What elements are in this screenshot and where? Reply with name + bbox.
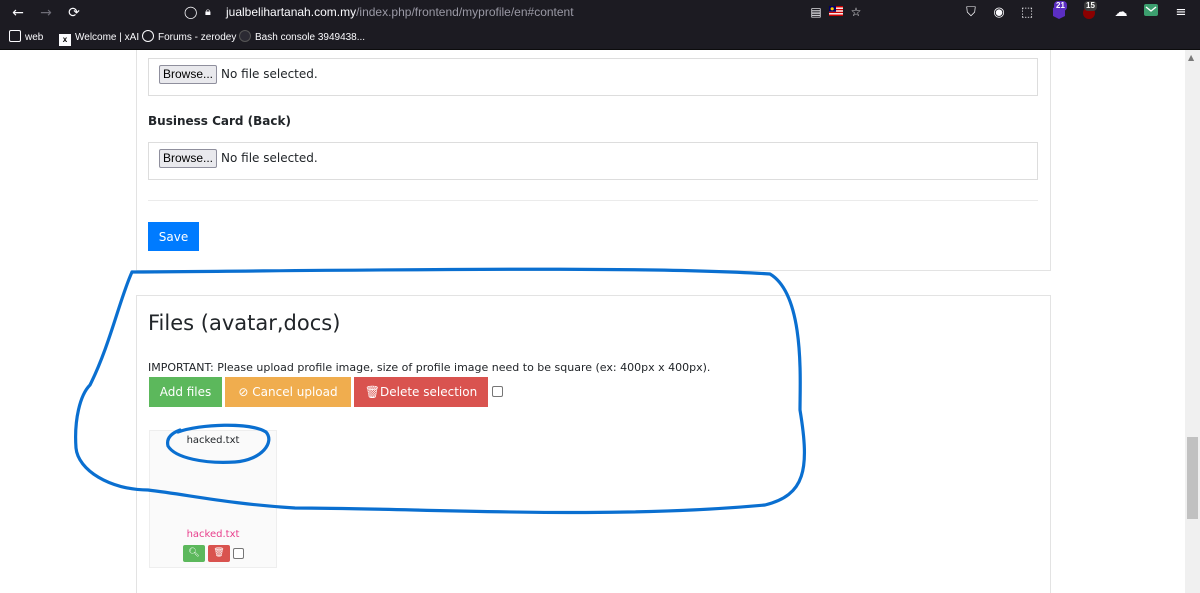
browse-button[interactable]: Browse... (159, 149, 218, 168)
bookmark-bash[interactable]: Bash console 3949438... (239, 30, 365, 46)
add-files-label: Add files (159, 385, 212, 399)
scroll-thumb[interactable] (1187, 437, 1198, 519)
bookmark-star-icon[interactable]: ☆ (848, 4, 864, 20)
file-link[interactable]: hacked.txt (150, 529, 276, 540)
business-card-back-label: Business Card (Back) (148, 114, 291, 128)
url-domain: jualbelihartanah.com.my (226, 5, 357, 19)
url-text[interactable]: jualbelihartanah.com.my/index.php/fronte… (226, 5, 574, 19)
extension-badge-count: 21 (1054, 1, 1067, 11)
business-card-front-file-field: Browse... No file selected. (148, 58, 1038, 96)
search-icon: 🔍︎ (188, 548, 200, 558)
url-bar[interactable]: ◯ 🔒︎ jualbelihartanah.com.my/index.php/f… (172, 0, 872, 25)
delete-selection-label: Delete selection (380, 385, 478, 399)
tracking-shield-icon[interactable]: ◯ (184, 5, 198, 19)
save-button[interactable]: Save (148, 222, 199, 251)
forward-arrow-icon[interactable]: → (36, 3, 56, 23)
browser-toolbar: ← → ⟳ ◯ 🔒︎ jualbelihartanah.com.my/index… (0, 0, 1200, 26)
back-arrow-icon[interactable]: ← (8, 3, 28, 23)
bookmark-xai[interactable]: x Welcome | xAI (59, 30, 139, 46)
file-status: No file selected. (221, 67, 318, 81)
file-name: hacked.txt (186, 435, 240, 446)
upload-instructions: IMPORTANT: Please upload profile image, … (148, 361, 711, 374)
file-status: No file selected. (221, 151, 318, 165)
bookmark-forums[interactable]: Forums - zerodey (142, 30, 236, 46)
bookmark-label: Forums - zerodey (158, 32, 237, 43)
extension-badge-icon[interactable]: 21 (1050, 1, 1068, 22)
extension-badge-count-2: 15 (1084, 1, 1097, 11)
cancel-icon: ⊘ (238, 385, 253, 399)
bookmark-label: Bash console 3949438... (255, 32, 366, 43)
globe-icon (142, 30, 154, 42)
url-path: /index.php/frontend/myprofile/en#content (356, 5, 574, 19)
cancel-upload-button[interactable]: ⊘ Cancel upload (225, 377, 351, 407)
lock-icon[interactable]: 🔒︎ (205, 5, 217, 19)
xai-icon: x (59, 34, 71, 46)
view-file-button[interactable]: 🔍︎ (183, 545, 205, 562)
reader-view-icon[interactable]: ▤ (808, 4, 824, 20)
pocket-icon[interactable]: ⛉ (962, 4, 980, 22)
menu-hamburger-icon[interactable]: ≡ (1172, 4, 1190, 22)
browse-button[interactable]: Browse... (159, 65, 218, 84)
divider (148, 200, 1038, 201)
file-select-checkbox[interactable] (233, 548, 244, 559)
vertical-scrollbar[interactable]: ▲ (1185, 50, 1200, 593)
file-thumbnail: hacked.txt hacked.txt 🔍︎ 🗑︎ (149, 430, 277, 568)
extension-cloud-icon[interactable]: ☁ (1112, 4, 1130, 22)
files-section-title: Files (avatar,docs) (148, 311, 341, 335)
page-viewport: Browse... No file selected. Business Car… (0, 50, 1200, 593)
bookmarks-bar: web x Welcome | xAI Forums - zerodey Bash… (0, 26, 1200, 50)
scroll-up-icon[interactable]: ▲ (1188, 53, 1194, 62)
extension-ublock-icon[interactable]: 15 (1080, 1, 1098, 22)
reload-icon[interactable]: ⟳ (64, 3, 84, 23)
select-all-checkbox[interactable] (492, 386, 503, 397)
account-icon[interactable]: ◉ (990, 4, 1008, 22)
extension-mail-icon[interactable] (1142, 4, 1160, 22)
folder-icon (9, 30, 21, 42)
extensions-puzzle-icon[interactable]: ⬚ (1018, 4, 1036, 22)
flag-icon[interactable] (828, 4, 844, 20)
add-files-button[interactable]: Add files (149, 377, 222, 407)
bookmark-label: web (25, 32, 44, 43)
bash-icon (239, 30, 251, 42)
trash-icon: 🗑︎ (213, 548, 225, 558)
bookmark-label: Welcome | xAI (75, 32, 140, 43)
cancel-upload-label: Cancel upload (252, 385, 338, 399)
business-card-back-file-field: Browse... No file selected. (148, 142, 1038, 180)
delete-selection-button[interactable]: 🗑︎Delete selection (354, 377, 488, 407)
trash-icon: 🗑︎ (364, 385, 381, 399)
delete-file-button[interactable]: 🗑︎ (208, 545, 230, 562)
bookmark-web[interactable]: web (9, 30, 43, 46)
